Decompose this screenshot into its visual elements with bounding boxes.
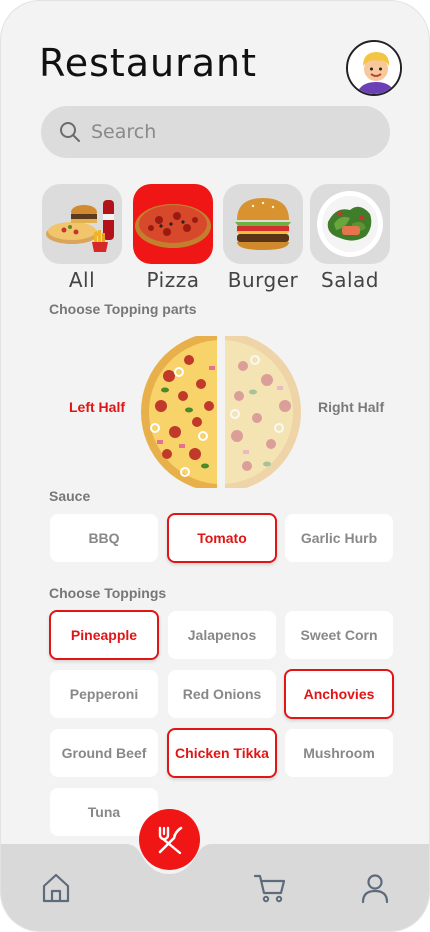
search-input[interactable] — [91, 121, 371, 143]
topping-parts-heading: Choose Topping parts — [49, 301, 197, 317]
category-list: All Pizza Burger Salad — [42, 184, 390, 294]
search-icon — [60, 122, 80, 142]
category-image-pizza — [133, 184, 213, 264]
topping-option-jalapenos[interactable]: Jalapenos — [168, 611, 276, 659]
category-label: Pizza — [146, 268, 200, 292]
avatar-icon — [348, 42, 400, 94]
category-label: All — [68, 268, 96, 292]
category-image-all — [42, 184, 122, 264]
toppings-heading: Choose Toppings — [49, 585, 167, 601]
category-label: Salad — [321, 268, 379, 292]
salad-icon — [317, 191, 383, 257]
cart-icon[interactable] — [253, 871, 287, 905]
user-icon[interactable] — [358, 871, 392, 905]
topping-option-pineapple[interactable]: Pineapple — [49, 610, 159, 660]
pizza-halves-icon — [141, 336, 301, 488]
search-bar[interactable] — [41, 106, 390, 158]
category-all[interactable]: All — [42, 184, 122, 292]
home-icon[interactable] — [39, 871, 73, 905]
category-image-salad — [310, 184, 390, 264]
topping-option-chicken-tikka[interactable]: Chicken Tikka — [167, 728, 277, 778]
category-pizza[interactable]: Pizza — [133, 184, 213, 292]
sauce-option-bbq[interactable]: BBQ — [50, 514, 158, 562]
left-half-option[interactable]: Left Half — [69, 399, 125, 415]
phone-screen: Restaurant Search All Pizza Burger Salad… — [0, 0, 430, 932]
category-salad[interactable]: Salad — [310, 184, 390, 292]
pizza-halves — [139, 336, 303, 488]
sauce-heading: Sauce — [49, 488, 91, 504]
sauce-option-garlic-hurb[interactable]: Garlic Hurb — [285, 514, 393, 562]
pizza-icon — [135, 204, 211, 248]
burger-icon — [235, 198, 291, 250]
combo-meal-icon — [46, 200, 114, 252]
topping-option-anchovies[interactable]: Anchovies — [284, 669, 394, 719]
sauce-option-tomato[interactable]: Tomato — [167, 513, 277, 563]
category-label: Burger — [227, 268, 299, 292]
page-title: Restaurant — [39, 41, 258, 85]
menu-fab-button[interactable] — [139, 809, 200, 870]
category-image-burger — [223, 184, 303, 264]
topping-option-sweet-corn[interactable]: Sweet Corn — [285, 611, 393, 659]
topping-option-red-onions[interactable]: Red Onions — [168, 670, 276, 718]
topping-option-ground-beef[interactable]: Ground Beef — [50, 729, 158, 777]
cutlery-icon — [158, 826, 182, 854]
topping-option-pepperoni[interactable]: Pepperoni — [50, 670, 158, 718]
avatar[interactable] — [346, 40, 402, 96]
topping-option-mushroom[interactable]: Mushroom — [285, 729, 393, 777]
category-burger[interactable]: Burger — [223, 184, 303, 292]
right-half-option[interactable]: Right Half — [318, 399, 384, 415]
